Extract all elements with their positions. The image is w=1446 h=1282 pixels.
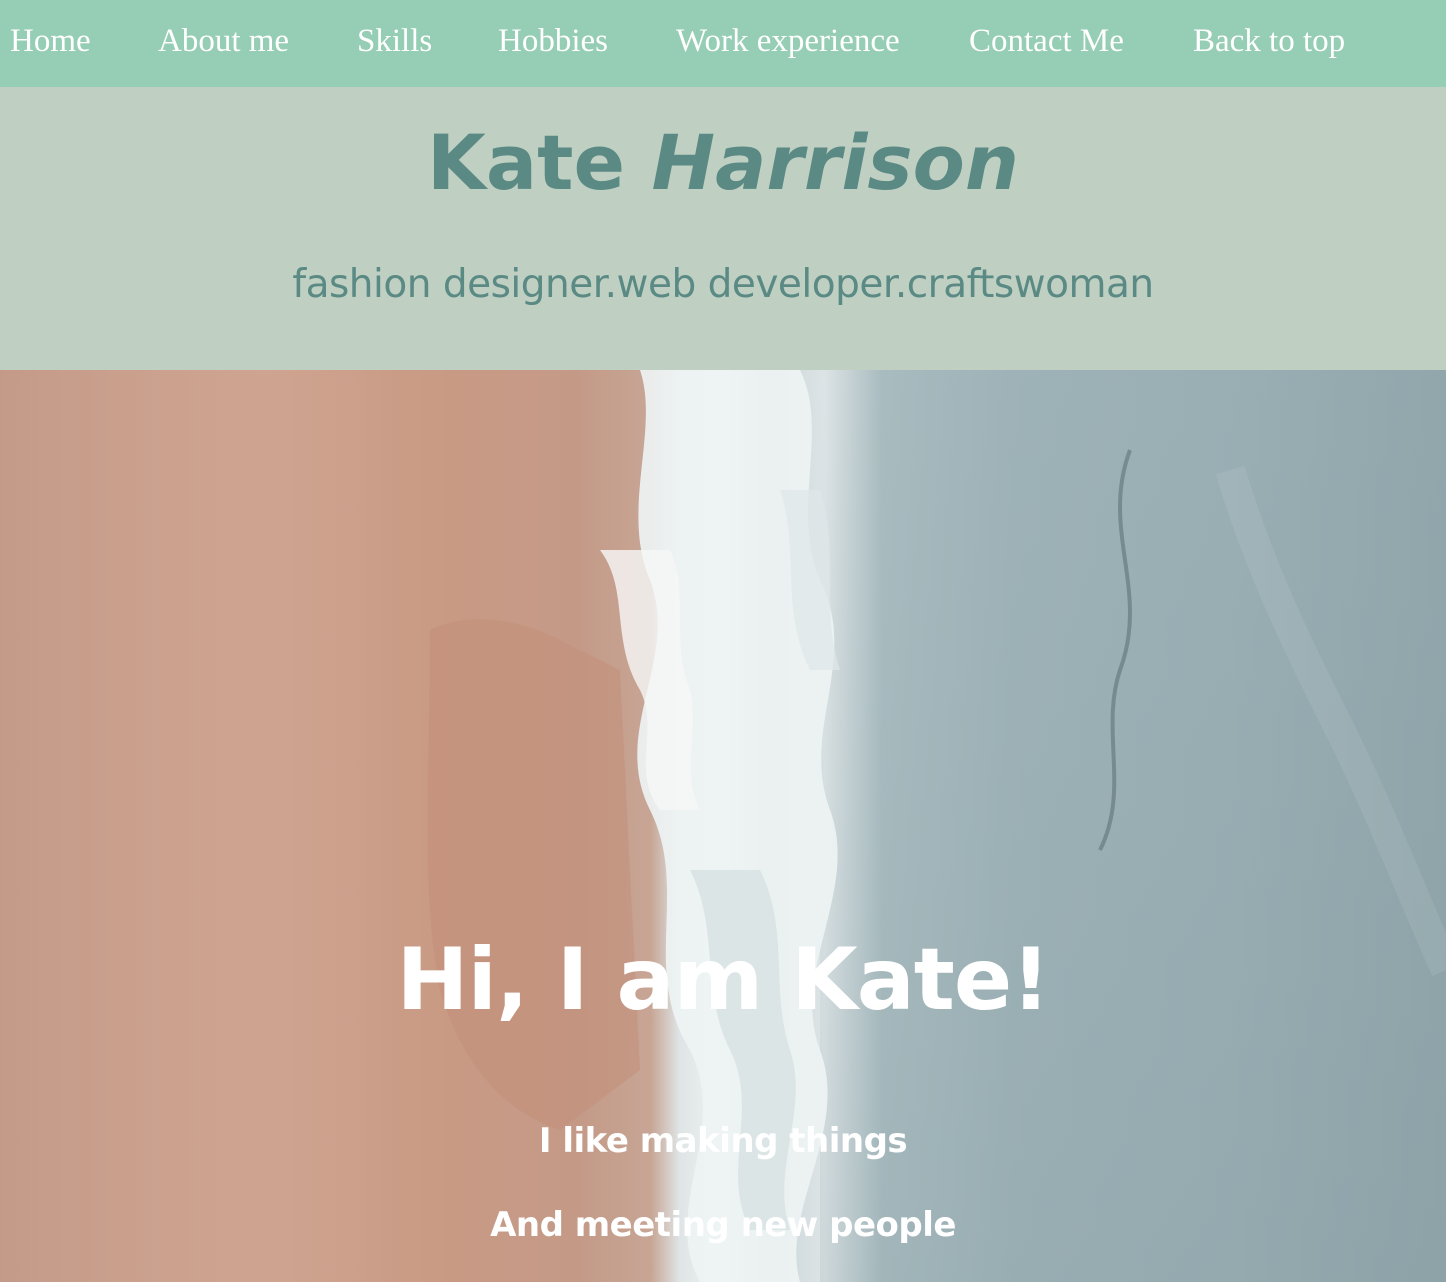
tagline: fashion designer.web developer.craftswom… [292, 262, 1154, 307]
page-header: Kate Harrison fashion designer.web devel… [0, 87, 1446, 370]
page-title: Kate Harrison [0, 115, 1446, 211]
nav-link-skills[interactable]: Skills [357, 20, 432, 62]
nav-link-back-to-top[interactable]: Back to top [1193, 20, 1345, 62]
nav-link-contact-me[interactable]: Contact Me [969, 20, 1124, 62]
hero-line-meeting-people: And meeting new people [490, 1205, 956, 1245]
hero-line-making-things: I like making things [538, 1121, 908, 1161]
nav-link-home[interactable]: Home [10, 20, 91, 62]
nav-link-about-me[interactable]: About me [158, 20, 289, 62]
hero-section: Hi, I am Kate! I like making things And … [0, 370, 1446, 1282]
nav-link-hobbies[interactable]: Hobbies [498, 20, 608, 62]
top-nav-bar: Home About me Skills Hobbies Work experi… [0, 0, 1446, 87]
last-name: Harrison [651, 118, 1019, 207]
hero-heading: Hi, I am Kate! [396, 930, 1051, 1030]
first-name: Kate [427, 118, 626, 207]
nav-link-work-experience[interactable]: Work experience [676, 20, 900, 62]
